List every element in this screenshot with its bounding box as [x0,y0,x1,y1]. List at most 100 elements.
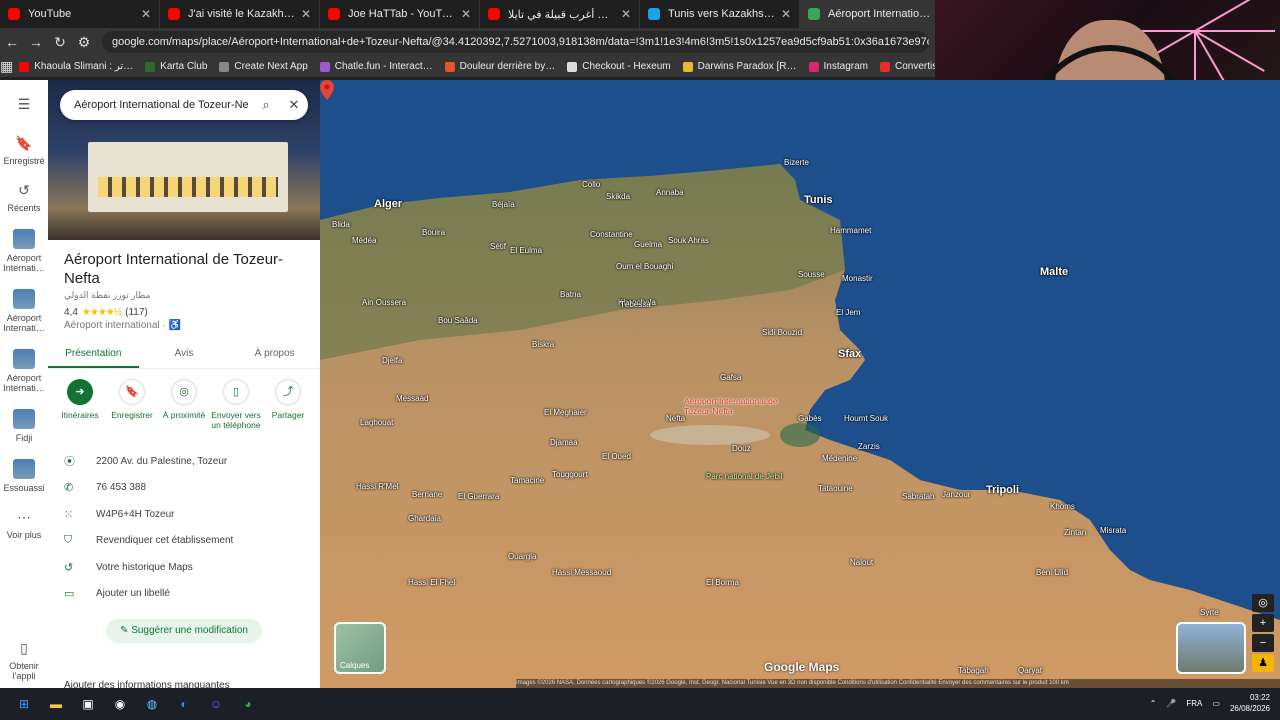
map-label-batna[interactable]: Batna [560,290,581,299]
close-tab-icon[interactable]: ✕ [781,7,791,21]
map-label-sousse[interactable]: Sousse [798,270,825,279]
map-label-bouira[interactable]: Bouira [422,228,445,237]
map-label-tozeur[interactable]: El Oued [602,452,631,461]
network-icon[interactable]: ▭ [1212,699,1220,708]
map-label-elulma[interactable]: El Eulma [510,246,542,255]
map-label-tripoli[interactable]: Tripoli [986,484,1019,496]
action-button[interactable]: ➜ Itinéraires [54,379,106,430]
close-icon[interactable]: ✕ [280,97,308,113]
steam-icon[interactable]: ◍ [138,694,166,714]
map-label-elborma[interactable]: El Borma [706,578,739,587]
github-icon[interactable]: ◉ [106,694,134,714]
map-label-sabratah[interactable]: Sabratah [902,492,934,501]
map-label-zarzis[interactable]: Zarzis [858,442,880,451]
get-app-button[interactable]: ▯ Obtenir l'appli [0,640,48,681]
close-tab-icon[interactable]: ✕ [461,7,471,21]
bookmark-item[interactable]: Checkout - Hexeum [567,61,671,72]
place-tab[interactable]: Présentation [48,343,139,368]
map-label-constantine[interactable]: Constantine [590,230,633,239]
map-label-bizerte[interactable]: Bizerte [784,158,809,167]
info-row[interactable]: ⦿ 2200 Av. du Palestine, Tozeur [48,448,320,475]
rail-item[interactable]: Fidji [0,409,48,443]
map-label-guelma[interactable]: Guelma [634,240,662,249]
suggest-edit-button[interactable]: ✎ Suggérer une modification [106,619,262,643]
bookmark-item[interactable]: Chatle.fun - Interact… [319,61,433,72]
map-label-ghardaia[interactable]: Ghardaia [408,514,441,523]
rail-item[interactable]: Aéroport Internati… [0,289,48,333]
bookmark-item[interactable]: Convertisseur : YouT… [879,61,935,72]
map-label-eguerrara[interactable]: El Guerrara [458,492,499,501]
map-label-monastir[interactable]: Monastir [842,274,873,283]
rating-row[interactable]: 4,4 ★★★★½ (117) [48,303,320,318]
map-label-kef[interactable]: Souk Ahras [668,236,709,245]
browser-tab[interactable]: Joe HaTTab - YouTube ✕ [320,0,480,28]
map-label-douz[interactable]: Douz [732,444,751,453]
map-label-annaba[interactable]: Annaba [656,188,684,197]
place-tab[interactable]: Avis [139,343,230,368]
rail-item[interactable]: 🔖 Enregistré [0,135,48,166]
map-label-elmaurj[interactable]: El Jem [836,308,860,317]
forward-icon[interactable]: → [24,34,48,50]
map-label-bousaada[interactable]: Bou Saâda [438,316,478,325]
file-explorer-icon[interactable]: ▬ [42,694,70,714]
info-row[interactable]: ✆ 76 453 388 [48,475,320,502]
bookmark-item[interactable]: Douleur derrière by… [444,61,555,72]
bookmark-item[interactable]: Khaoula Slimani : تر… [19,61,133,72]
info-row[interactable]: ↺ Votre historique Maps [48,554,320,581]
street-view-thumbnail[interactable] [1176,622,1246,674]
map-label-ghardimaou[interactable]: Nefta [666,414,685,423]
place-tab[interactable]: À propos [229,343,320,368]
back-icon[interactable]: ← [0,34,24,50]
rail-item[interactable]: Aéroport Internati… [0,349,48,393]
map-label-collo[interactable]: Collo [582,180,600,189]
bookmark-item[interactable]: Karta Club [145,61,207,72]
apps-grid-icon[interactable]: ▦ [0,58,13,75]
map-label-ouargla[interactable]: Ouargla [508,552,536,561]
close-tab-icon[interactable]: ✕ [621,7,631,21]
action-button[interactable]: ⤴ Partager [262,379,314,430]
reload-icon[interactable]: ↻ [48,34,72,51]
map-label-blida[interactable]: Blida [332,220,350,229]
layers-button[interactable]: Calques [334,622,386,674]
map-label-alger[interactable]: Alger [374,198,402,210]
info-row[interactable]: ▭ Ajouter un libellé [48,581,320,608]
map-label-djelfa[interactable]: Djelfa [382,356,402,365]
info-row[interactable]: ⁙ W4P6+4H Tozeur [48,501,320,528]
map-label-tataouine[interactable]: Tataouine [818,484,853,493]
map-label-misrata[interactable]: Misrata [1100,526,1126,535]
clock[interactable]: 03:22 26/08/2026 [1230,692,1270,714]
map-label-kairouan[interactable]: Sidi Bouzid [762,328,802,337]
map-label-sfax[interactable]: Sfax [838,348,861,360]
map-label-touggourt[interactable]: Touggourt [552,470,588,479]
chrome-icon[interactable]: ◕ [234,694,262,714]
map-label-elmeghaier[interactable]: El Meghaier [544,408,587,417]
my-location-icon[interactable]: ◎ [1252,594,1274,612]
map-label-medea[interactable]: Médéa [352,236,376,245]
map-label-djerba[interactable]: Houmt Souk [844,414,888,423]
map-label-gafsa[interactable]: Gafsa [720,373,741,382]
rail-item[interactable]: ⋯ Voir plus [0,509,48,540]
browser-tab[interactable]: YouTube ✕ [0,0,160,28]
map-label-tamacine[interactable]: Tamacine [510,476,544,485]
map-label-zintan[interactable]: Zintan [1064,528,1086,537]
map-canvas[interactable]: Bizerte Tunis Hammamet Alger Malte Annaba Cons… [320,80,1280,688]
map-label-laghouat[interactable]: Laghouat [360,418,393,427]
action-button[interactable]: ▯ Envoyer vers un téléphone [210,379,262,430]
site-info-icon[interactable]: ⚙ [72,34,96,51]
zoom-in-icon[interactable]: + [1252,614,1274,632]
map-label-parc[interactable]: Parc national de Jebil [706,472,783,481]
map-label-hassifhel[interactable]: Hassi El Fhel [408,578,455,587]
map-label-mecheria[interactable]: Messaad [396,394,428,403]
close-tab-icon[interactable]: ✕ [141,7,151,21]
map-label-khoms[interactable]: Khoms [1050,502,1075,511]
map-label-gabes[interactable]: Gabès [798,414,822,423]
info-row[interactable]: ⛉ Revendiquer cet établissement [48,528,320,555]
pegman-icon[interactable]: ♟ [1252,654,1274,672]
browser-tab[interactable]: Tunis vers Kazakhstan | Explorer ✕ [640,0,800,28]
map-label-bejaia[interactable]: Béjaïa [492,200,515,209]
map-label-medenine[interactable]: Médenine [822,454,857,463]
map-label-aïnoussera[interactable]: Ain Oussera [362,298,406,307]
url-field[interactable]: google.com/maps/place/Aéroport+Internati… [102,31,929,53]
rail-item[interactable]: ↺ Récents [0,182,48,213]
bookmark-item[interactable]: Instagram [808,61,868,72]
